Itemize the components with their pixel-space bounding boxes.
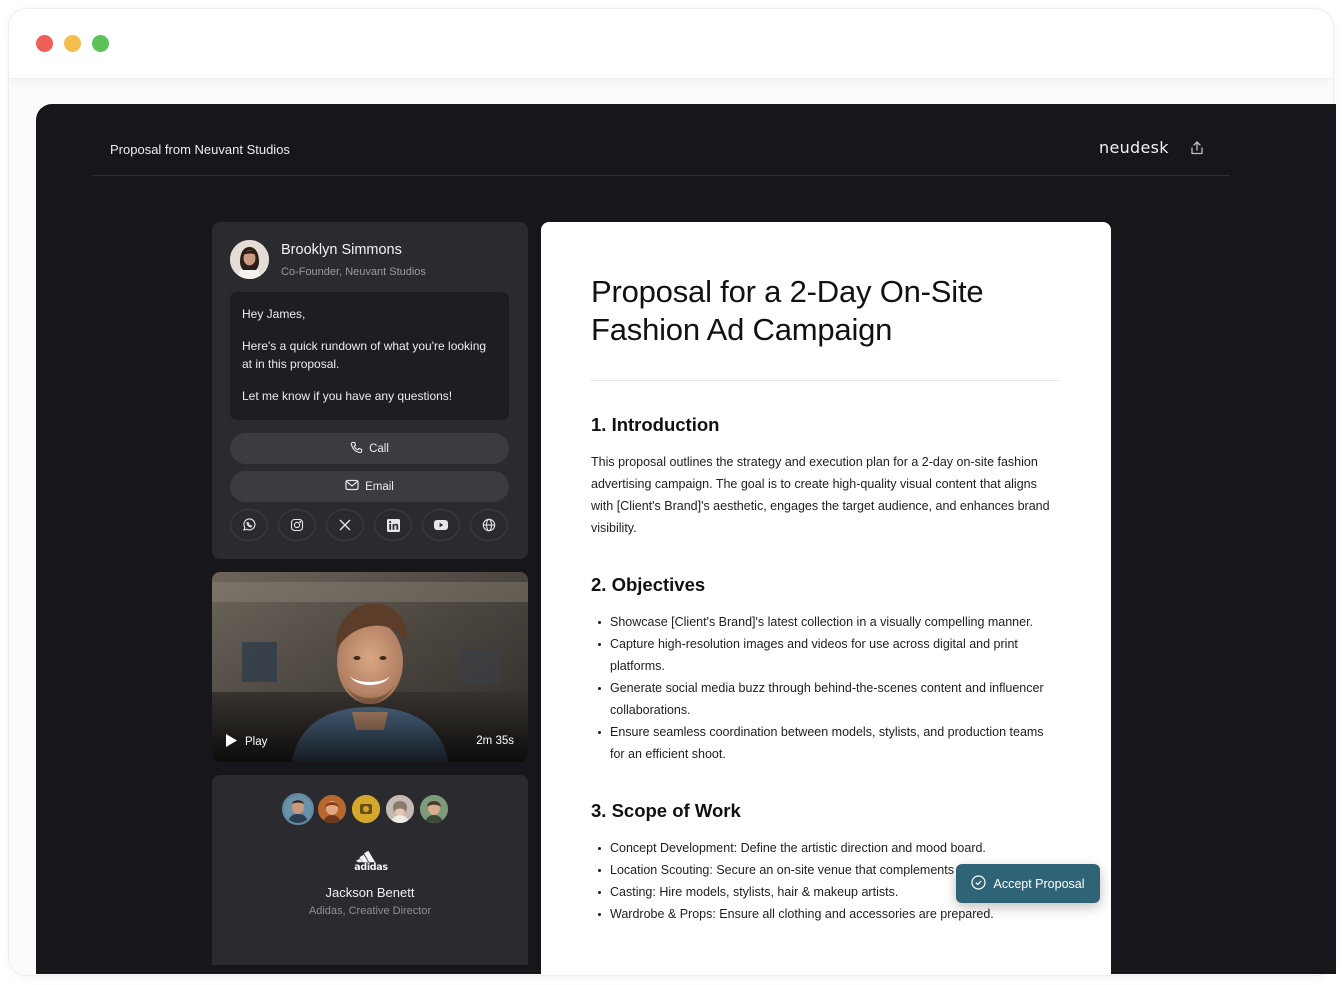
call-label: Call bbox=[369, 442, 389, 455]
mail-icon bbox=[345, 479, 359, 494]
message-line: Here's a quick rundown of what you're lo… bbox=[242, 339, 487, 371]
divider bbox=[591, 380, 1059, 381]
objectives-list: Showcase [Client's Brand]'s latest colle… bbox=[591, 611, 1059, 765]
x-icon[interactable] bbox=[326, 509, 364, 541]
sender-name: Brooklyn Simmons bbox=[281, 242, 402, 258]
list-item: Capture high-resolution images and video… bbox=[591, 633, 1059, 677]
list-item: Ensure seamless coordination between mod… bbox=[591, 721, 1059, 765]
video-player[interactable]: Play 2m 35s bbox=[212, 572, 528, 762]
avatar[interactable] bbox=[282, 793, 314, 825]
linkedin-icon[interactable] bbox=[374, 509, 412, 541]
sender-message: Hey James, Here's a quick rundown of wha… bbox=[230, 292, 509, 420]
whatsapp-icon[interactable] bbox=[230, 509, 268, 541]
proposal-document: Proposal for a 2-Day On-Site Fashion Ad … bbox=[541, 222, 1111, 974]
call-button[interactable]: Call bbox=[230, 433, 509, 464]
section-heading: 3. Scope of Work bbox=[591, 800, 741, 821]
adidas-wordmark: adidas bbox=[354, 862, 388, 871]
section-heading: 2. Objectives bbox=[591, 574, 706, 595]
avatar[interactable] bbox=[418, 793, 450, 825]
list-item: Generate social media buzz through behin… bbox=[591, 677, 1059, 721]
email-label: Email bbox=[365, 480, 394, 493]
list-item: Wardrobe & Props: Ensure all clothing an… bbox=[591, 903, 1059, 925]
client-role: Adidas, Creative Director bbox=[308, 905, 432, 917]
youtube-icon[interactable] bbox=[422, 509, 460, 541]
play-icon bbox=[226, 734, 237, 750]
accept-proposal-button[interactable]: Accept Proposal bbox=[956, 864, 1100, 903]
close-window-button[interactable] bbox=[36, 35, 53, 52]
avatar[interactable] bbox=[384, 793, 416, 825]
brand-logo: neudesk bbox=[1099, 138, 1169, 157]
sender-role: Co-Founder, Neuvant Studios bbox=[281, 266, 426, 278]
client-name: Jackson Benett bbox=[325, 885, 415, 900]
message-line: Let me know if you have any questions! bbox=[242, 389, 453, 403]
globe-icon[interactable] bbox=[470, 509, 508, 541]
instagram-icon[interactable] bbox=[278, 509, 316, 541]
accept-label: Accept Proposal bbox=[993, 876, 1085, 891]
section-paragraph: This proposal outlines the strategy and … bbox=[591, 455, 1050, 535]
share-icon[interactable] bbox=[1190, 140, 1206, 156]
list-item: Showcase [Client's Brand]'s latest colle… bbox=[591, 611, 1059, 633]
sender-avatar bbox=[230, 240, 269, 279]
maximize-window-button[interactable] bbox=[92, 35, 109, 52]
avatar[interactable] bbox=[350, 793, 382, 825]
proposal-app: Proposal from Neuvant Studios neudesk Br… bbox=[36, 104, 1336, 974]
check-circle-icon bbox=[971, 874, 987, 893]
social-links bbox=[230, 509, 509, 541]
email-button[interactable]: Email bbox=[230, 471, 509, 502]
minimize-window-button[interactable] bbox=[64, 35, 81, 52]
document-title: Proposal for a 2-Day On-Site Fashion Ad … bbox=[591, 274, 984, 347]
adidas-logo: adidas bbox=[351, 845, 391, 873]
phone-icon bbox=[350, 441, 363, 457]
client-card: adidas Jackson Benett Adidas, Creative D… bbox=[212, 775, 528, 965]
play-label: Play bbox=[245, 736, 268, 748]
video-duration: 2m 35s bbox=[476, 735, 514, 747]
play-button[interactable]: Play bbox=[226, 734, 267, 750]
sender-card: Brooklyn Simmons Co-Founder, Neuvant Stu… bbox=[212, 222, 528, 559]
video-overlay bbox=[212, 692, 528, 762]
avatar[interactable] bbox=[316, 793, 348, 825]
window-titlebar bbox=[9, 9, 1333, 79]
top-bar: Proposal from Neuvant Studios neudesk bbox=[92, 104, 1230, 176]
section-heading: 1. Introduction bbox=[591, 414, 720, 435]
page-title: Proposal from Neuvant Studios bbox=[110, 142, 290, 157]
list-item: Concept Development: Define the artistic… bbox=[591, 837, 1059, 859]
message-line: Hey James, bbox=[242, 307, 306, 321]
